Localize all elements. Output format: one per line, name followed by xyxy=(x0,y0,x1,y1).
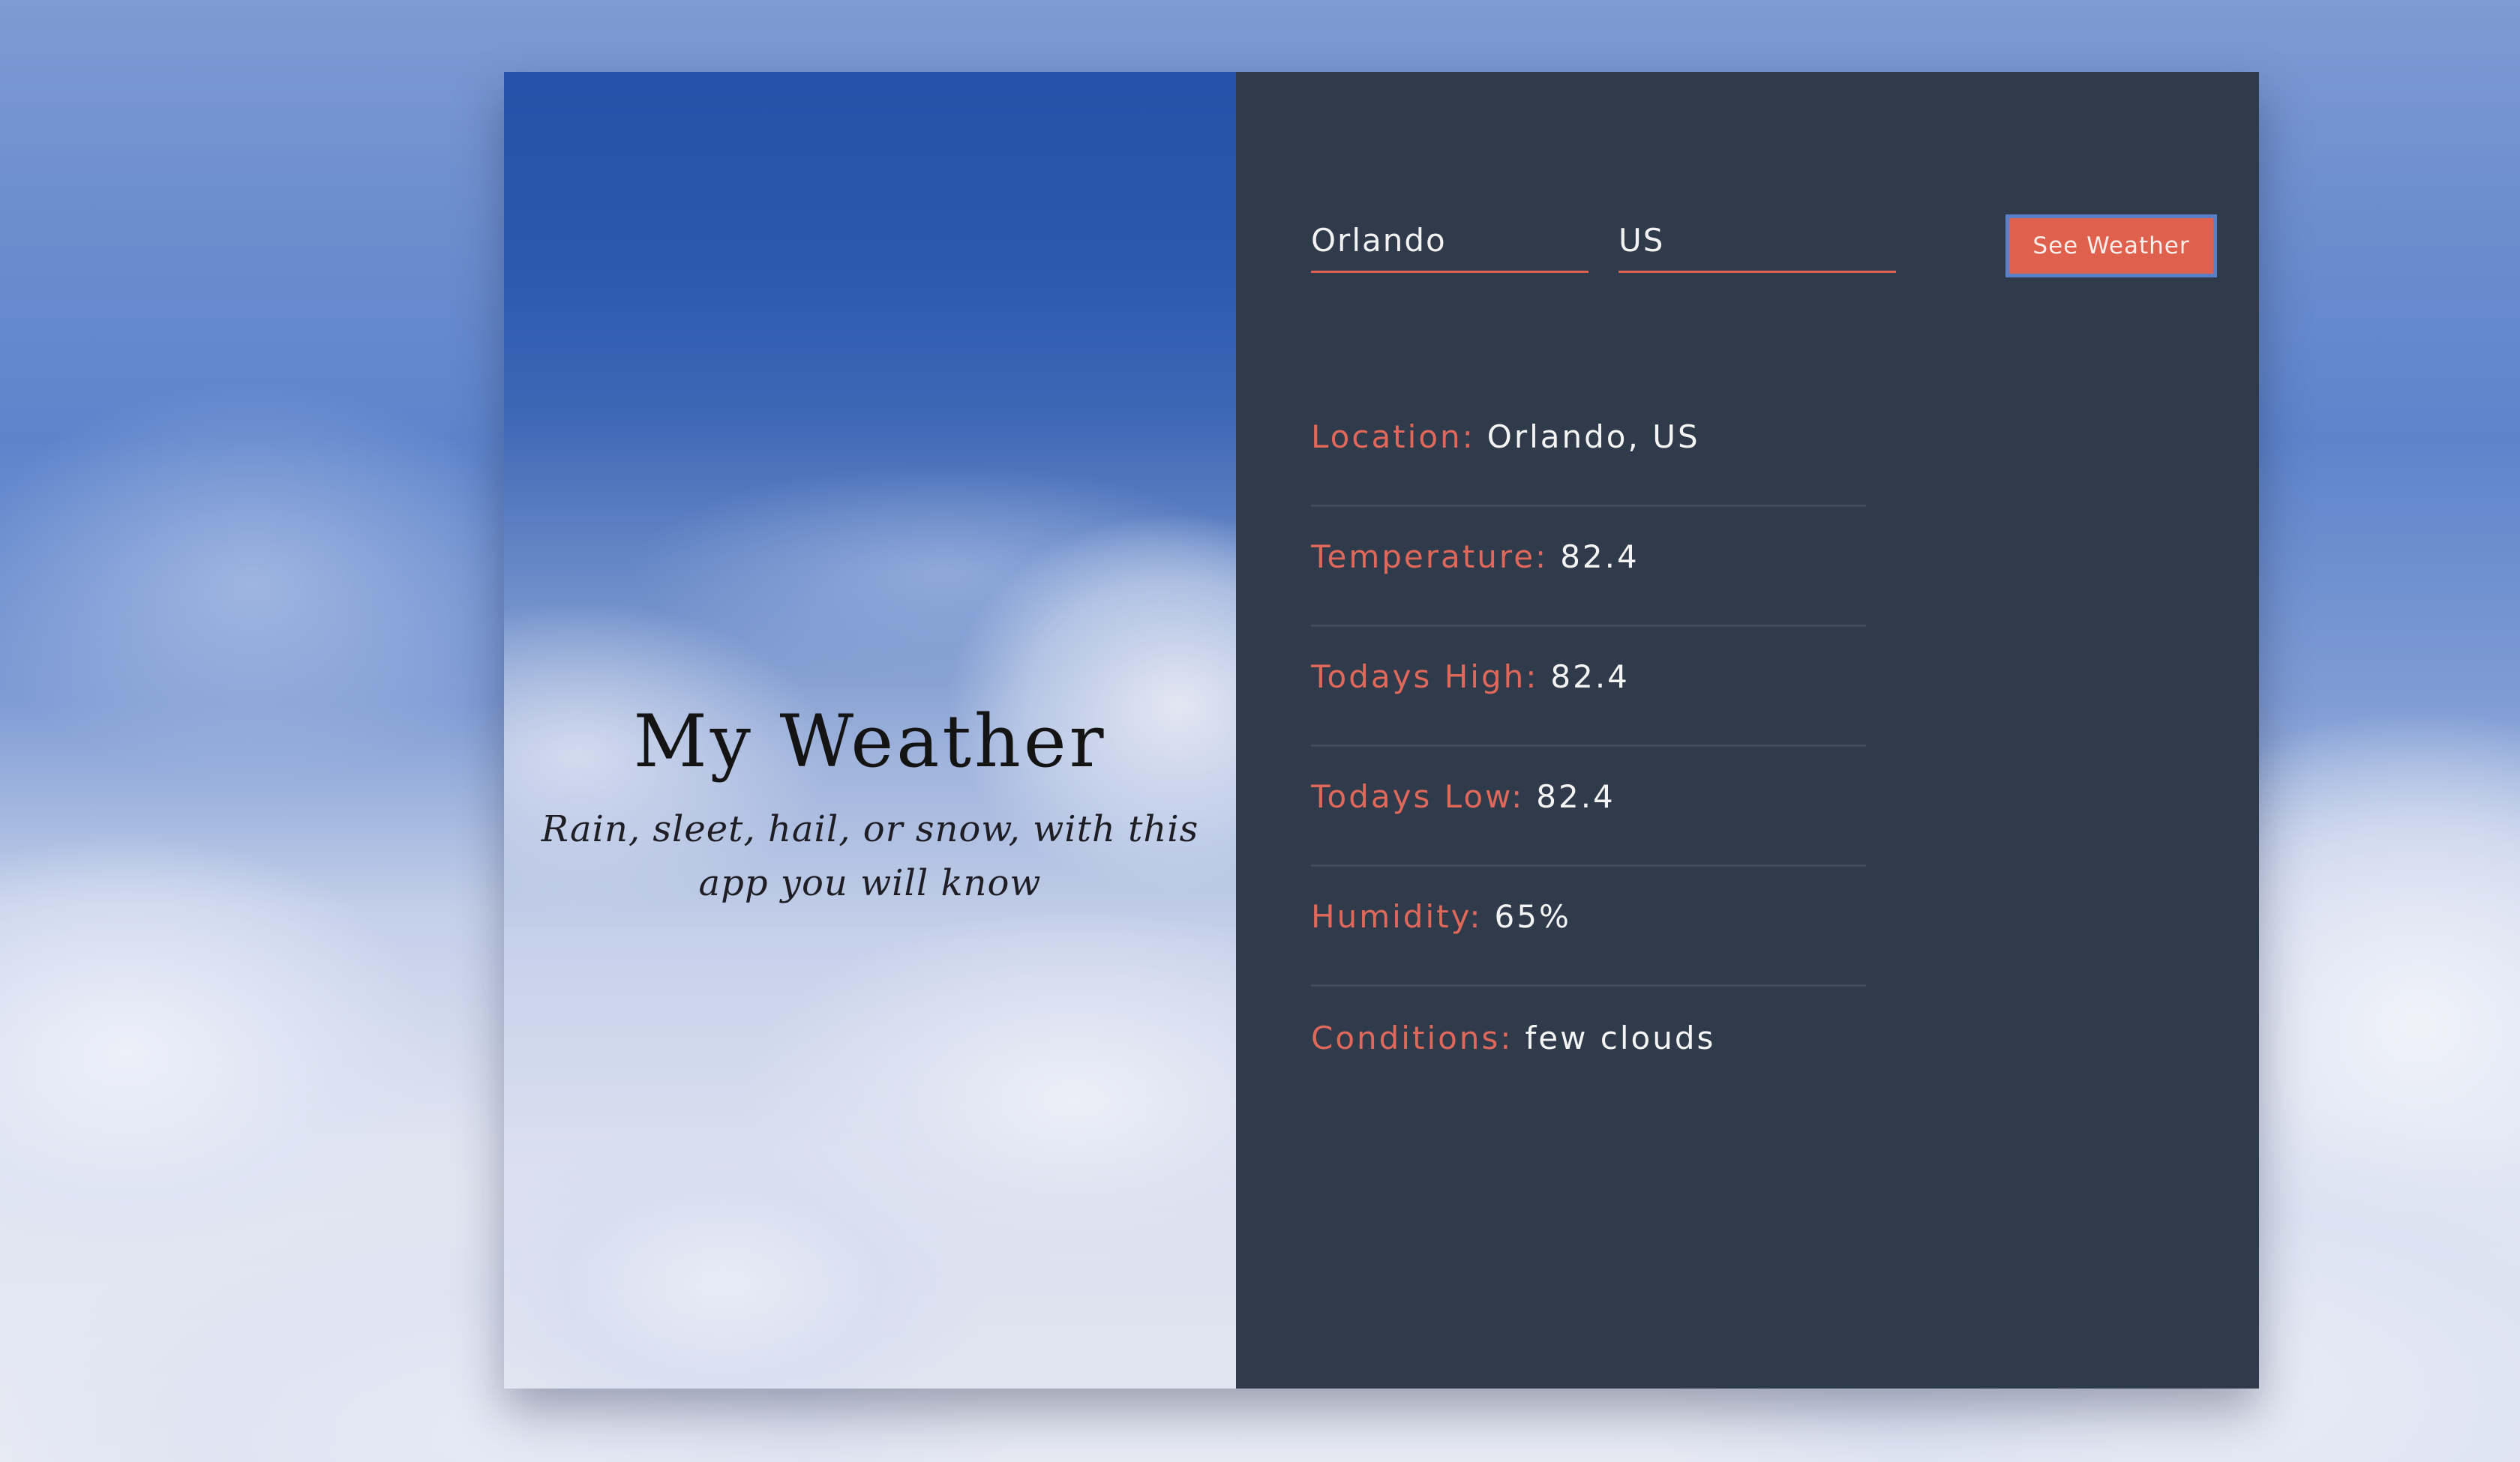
todays-low-row: Todays Low: 82.4 xyxy=(1311,747,1866,867)
see-weather-button[interactable]: See Weather xyxy=(2006,214,2217,277)
temperature-label: Temperature: xyxy=(1311,538,1549,575)
weather-details: Location: Orlando, US Temperature: 82.4 … xyxy=(1311,387,1866,1107)
weather-panel: See Weather Location: Orlando, US Temper… xyxy=(1236,72,2259,1389)
location-value: Orlando, US xyxy=(1486,418,1700,455)
city-input[interactable] xyxy=(1311,216,1588,273)
conditions-label: Conditions: xyxy=(1311,1019,1514,1056)
page-title: My Weather xyxy=(633,700,1107,783)
humidity-label: Humidity: xyxy=(1311,898,1483,935)
hero-text: My Weather Rain, sleet, hail, or snow, w… xyxy=(504,693,1236,910)
todays-high-label: Todays High: xyxy=(1311,658,1539,695)
todays-high-value: 82.4 xyxy=(1550,658,1630,695)
weather-card: My Weather Rain, sleet, hail, or snow, w… xyxy=(504,72,2259,1389)
temperature-row: Temperature: 82.4 xyxy=(1311,507,1866,627)
search-form: See Weather xyxy=(1311,214,2217,277)
todays-high-row: Todays High: 82.4 xyxy=(1311,627,1866,747)
temperature-value: 82.4 xyxy=(1560,538,1640,575)
todays-low-label: Todays Low: xyxy=(1311,778,1525,815)
country-input[interactable] xyxy=(1618,216,1896,273)
location-label: Location: xyxy=(1311,418,1475,455)
location-row: Location: Orlando, US xyxy=(1311,387,1866,507)
conditions-row: Conditions: few clouds xyxy=(1311,987,1866,1107)
hero-panel: My Weather Rain, sleet, hail, or snow, w… xyxy=(504,72,1236,1389)
todays-low-value: 82.4 xyxy=(1536,778,1616,815)
conditions-value: few clouds xyxy=(1525,1019,1716,1056)
humidity-value: 65% xyxy=(1494,898,1571,935)
humidity-row: Humidity: 65% xyxy=(1311,867,1866,987)
page-subtitle: Rain, sleet, hail, or snow, with this ap… xyxy=(541,808,1199,904)
